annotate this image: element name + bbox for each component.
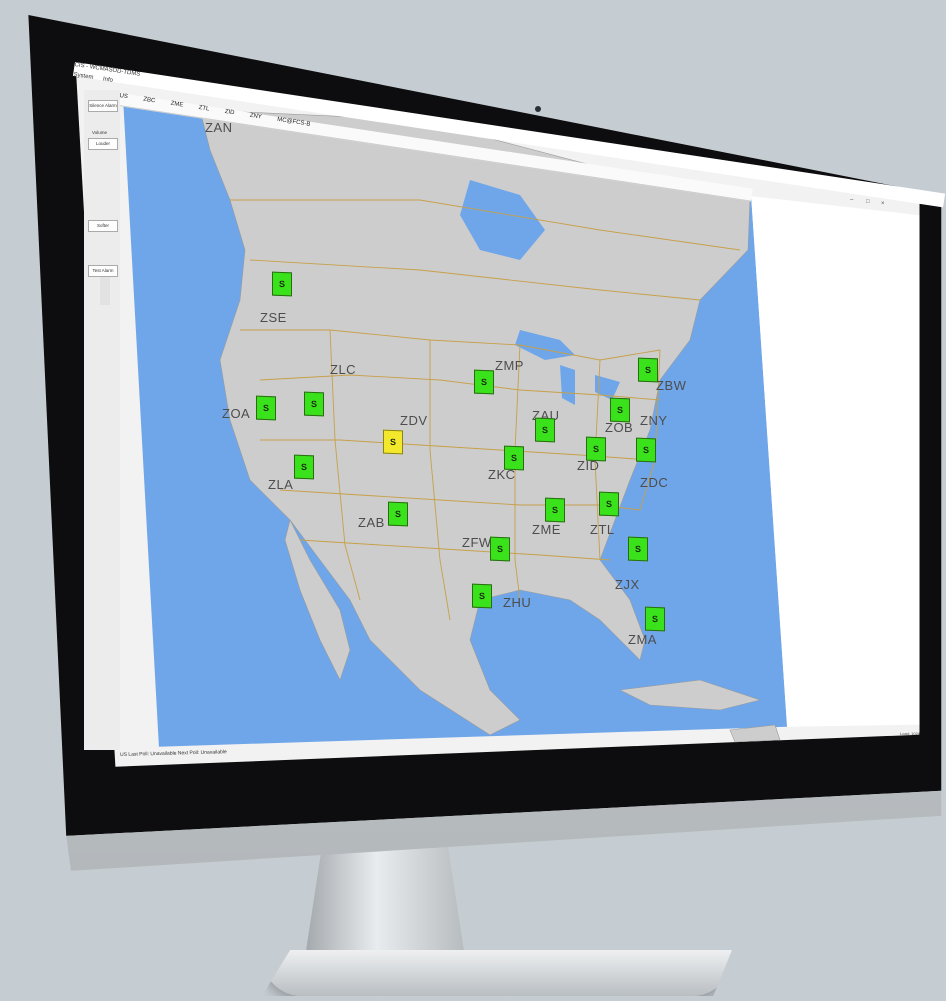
center-label-zfw[interactable]: ZFW	[462, 535, 492, 550]
center-label-zan[interactable]: ZAN	[205, 120, 233, 135]
load-indicator: Load: 1024	[900, 731, 921, 736]
status-box-zlc[interactable]: S	[304, 391, 324, 417]
tab-us[interactable]: US	[119, 93, 128, 100]
close-button[interactable]: ×	[881, 201, 885, 207]
tab-zbc[interactable]: ZBC	[143, 97, 156, 105]
status-box-zse[interactable]: S	[272, 271, 292, 297]
center-label-zdv[interactable]: ZDV	[400, 413, 428, 428]
status-box-zhu[interactable]: S	[472, 583, 492, 609]
status-box-zla[interactable]: S	[294, 454, 314, 480]
tab-zid[interactable]: ZID	[224, 109, 234, 116]
status-box-zme[interactable]: S	[545, 497, 565, 523]
menu-info[interactable]: Info	[102, 76, 113, 83]
center-label-zoa[interactable]: ZOA	[222, 406, 250, 421]
center-label-zhu[interactable]: ZHU	[503, 595, 531, 610]
status-box-zab[interactable]: S	[388, 501, 408, 527]
center-label-zjx[interactable]: ZJX	[615, 577, 640, 592]
status-box-zob[interactable]: S	[610, 397, 630, 423]
center-label-zlc[interactable]: ZLC	[330, 362, 356, 377]
sidebar: Silence Alarm Volume Louder Softer Test …	[84, 90, 120, 750]
center-label-zbw[interactable]: ZBW	[656, 378, 686, 393]
volume-label: Volume	[92, 130, 108, 135]
status-box-zkc[interactable]: S	[504, 445, 524, 471]
louder-button[interactable]: Louder	[88, 138, 118, 150]
status-box-zmp[interactable]: S	[474, 369, 494, 395]
status-box-zma[interactable]: S	[645, 606, 665, 632]
status-box-zau[interactable]: S	[535, 417, 555, 443]
status-box-zid[interactable]: S	[586, 436, 606, 462]
center-label-zdc[interactable]: ZDC	[640, 475, 668, 490]
tab-zme[interactable]: ZME	[170, 101, 183, 109]
status-box-ztl[interactable]: S	[599, 491, 619, 517]
center-label-zla[interactable]: ZLA	[268, 477, 293, 492]
status-box-zny[interactable]: S	[636, 437, 656, 463]
center-label-zab[interactable]: ZAB	[358, 515, 385, 530]
land-layer	[199, 109, 781, 743]
silence-alarm-button[interactable]: Silence Alarm	[88, 100, 118, 112]
softer-button[interactable]: Softer	[88, 220, 118, 232]
center-label-zme[interactable]: ZME	[532, 522, 561, 537]
center-label-ztl[interactable]: ZTL	[590, 522, 615, 537]
monitor: CIS - WCMASOD-TDMS System Info – □ × US …	[0, 0, 946, 1001]
tab-ztl[interactable]: ZTL	[198, 105, 209, 113]
center-label-zny[interactable]: ZNY	[640, 413, 668, 428]
cuba-land	[618, 679, 762, 711]
center-label-zmp[interactable]: ZMP	[495, 358, 524, 373]
status-box-zdv[interactable]: S	[383, 429, 403, 455]
status-box-zjx[interactable]: S	[628, 536, 648, 562]
tab-zny[interactable]: ZNY	[249, 113, 262, 121]
hispaniola-land	[729, 724, 781, 743]
minimize-button[interactable]: –	[850, 197, 853, 203]
maximize-button[interactable]: □	[866, 199, 870, 205]
status-box-zoa[interactable]: S	[256, 395, 276, 421]
center-label-zma[interactable]: ZMA	[628, 632, 657, 647]
center-label-zse[interactable]: ZSE	[260, 310, 287, 325]
status-box-zfw[interactable]: S	[490, 536, 510, 562]
status-box-zbw[interactable]: S	[638, 357, 658, 383]
test-alarm-button[interactable]: Test Alarm	[88, 265, 118, 277]
